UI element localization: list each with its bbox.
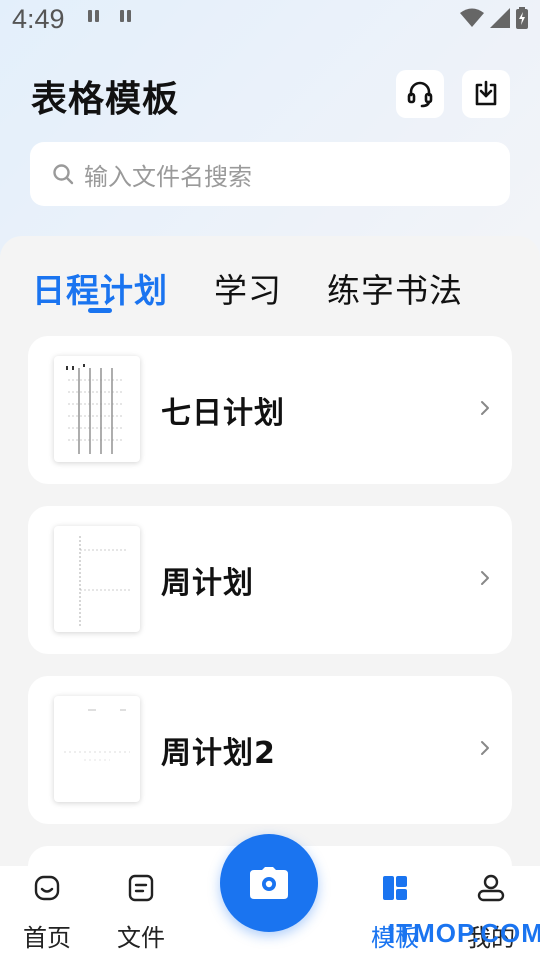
nav-item-home[interactable]: 首页 bbox=[2, 866, 92, 960]
signal-icon bbox=[490, 8, 510, 28]
search-bar[interactable]: 输入文件名搜索 bbox=[30, 142, 510, 206]
template-thumbnail bbox=[54, 356, 140, 462]
nav-label: 文件 bbox=[117, 924, 165, 952]
template-thumbnail bbox=[54, 526, 140, 632]
download-button[interactable] bbox=[462, 70, 510, 118]
system-icons bbox=[460, 7, 528, 29]
search-input[interactable]: 输入文件名搜索 bbox=[84, 157, 252, 192]
profile-icon bbox=[477, 874, 505, 902]
template-card[interactable]: 七日计划 bbox=[28, 336, 512, 484]
nav-item-files[interactable]: 文件 bbox=[96, 866, 186, 960]
search-icon bbox=[53, 164, 74, 185]
notification-icon bbox=[88, 10, 102, 24]
status-time: 4:49 bbox=[12, 4, 65, 34]
content-panel: 日程计划 学习 练字书法 七日计划 周计划 周计划2 bbox=[0, 236, 540, 876]
file-icon bbox=[128, 874, 154, 902]
watermark: ITMOP.COM bbox=[388, 918, 540, 948]
home-icon bbox=[34, 875, 60, 901]
nav-label: 首页 bbox=[23, 924, 71, 952]
template-title: 周计划2 bbox=[161, 736, 276, 771]
tab-schedule-plan[interactable]: 日程计划 bbox=[32, 264, 168, 312]
customer-service-button[interactable] bbox=[396, 70, 444, 118]
battery-icon bbox=[516, 7, 528, 29]
notification-icon bbox=[120, 10, 134, 24]
chevron-right-icon bbox=[481, 401, 489, 415]
camera-scan-button[interactable] bbox=[220, 834, 318, 932]
tab-study[interactable]: 学习 bbox=[214, 264, 282, 312]
headset-icon bbox=[407, 81, 433, 108]
camera-icon bbox=[250, 867, 288, 899]
template-card[interactable]: 周计划2 bbox=[28, 676, 512, 824]
chevron-right-icon bbox=[481, 571, 489, 585]
active-tab-indicator bbox=[88, 308, 112, 313]
category-tabs: 日程计划 学习 练字书法 bbox=[0, 264, 540, 314]
download-icon bbox=[475, 80, 497, 106]
template-title: 周计划 bbox=[161, 566, 254, 601]
status-bar: 4:49 bbox=[0, 0, 540, 40]
chevron-right-icon bbox=[481, 741, 489, 755]
wifi-icon bbox=[460, 8, 484, 27]
tab-calligraphy[interactable]: 练字书法 bbox=[327, 264, 463, 312]
template-grid-icon bbox=[383, 876, 407, 900]
page-title: 表格模板 bbox=[31, 79, 180, 120]
template-thumbnail bbox=[54, 696, 140, 802]
template-card[interactable]: 周计划 bbox=[28, 506, 512, 654]
template-title: 七日计划 bbox=[161, 396, 285, 431]
